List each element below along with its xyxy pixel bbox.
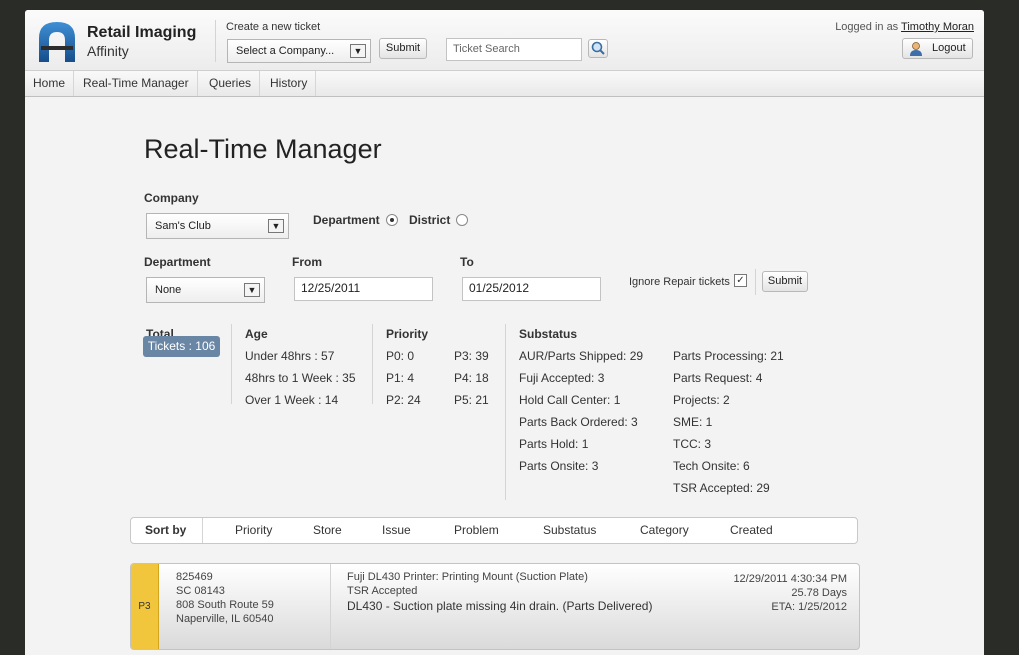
ticket-substatus: TSR Accepted [347, 585, 418, 597]
ticket-search-input[interactable]: Ticket Search [446, 38, 582, 61]
ignore-repair-label: Ignore Repair tickets [629, 276, 730, 288]
chevron-down-icon: ▼ [268, 219, 284, 233]
priority-stat[interactable]: P3: 39 [454, 349, 489, 363]
ticket-age: 25.78 Days [791, 587, 847, 599]
substatus-stat[interactable]: Hold Call Center: 1 [519, 393, 620, 407]
brand-subtitle: Affinity [87, 43, 129, 59]
ticket-card[interactable]: P3 825469 SC 08143 808 South Route 59 Na… [130, 563, 860, 650]
create-ticket-label: Create a new ticket [226, 21, 321, 33]
page-title: Real-Time Manager [144, 134, 382, 164]
age-heading: Age [245, 327, 268, 341]
company-select-value: Select a Company... [236, 45, 335, 57]
ignore-repair-checkbox[interactable]: ✓ [734, 274, 747, 287]
logout-label: Logout [932, 42, 966, 54]
chevron-down-icon: ▼ [350, 44, 366, 58]
sort-substatus[interactable]: Substatus [543, 518, 596, 543]
nav-history[interactable]: History [262, 71, 317, 96]
company-select[interactable]: Sam's Club ▼ [146, 213, 289, 239]
sort-by-label: Sort by [145, 523, 187, 537]
nav-queries[interactable]: Queries [201, 71, 261, 96]
top-header: Retail Imaging Affinity Create a new tic… [25, 10, 984, 71]
header-divider [215, 20, 216, 62]
sort-category[interactable]: Category [640, 518, 689, 543]
department-label: Department [144, 255, 211, 269]
substatus-stat[interactable]: SME: 1 [673, 415, 712, 429]
sort-issue[interactable]: Issue [382, 518, 411, 543]
ticket-priority-badge: P3 [131, 564, 159, 649]
substatus-stat[interactable]: Tech Onsite: 6 [673, 459, 750, 473]
sort-divider [202, 518, 203, 543]
stats-divider [372, 324, 373, 404]
nav-real-time-manager[interactable]: Real-Time Manager [75, 71, 198, 96]
substatus-stat[interactable]: Projects: 2 [673, 393, 730, 407]
sort-store[interactable]: Store [313, 518, 342, 543]
priority-stat[interactable]: P4: 18 [454, 371, 489, 385]
ticket-divider [330, 564, 331, 649]
priority-heading: Priority [386, 327, 429, 341]
priority-stat[interactable]: P2: 24 [386, 393, 421, 407]
search-icon [591, 41, 605, 55]
company-label: Company [144, 191, 199, 205]
substatus-stat[interactable]: Parts Back Ordered: 3 [519, 415, 638, 429]
sort-problem[interactable]: Problem [454, 518, 499, 543]
department-select-value: None [155, 284, 182, 296]
substatus-stat[interactable]: Parts Processing: 21 [673, 349, 784, 363]
priority-stat[interactable]: P0: 0 [386, 349, 414, 363]
search-button[interactable] [588, 39, 608, 58]
tickets-count-badge[interactable]: Tickets : 106 [143, 336, 220, 357]
to-date-input[interactable]: 01/25/2012 [462, 277, 601, 301]
substatus-stat[interactable]: TCC: 3 [673, 437, 711, 451]
substatus-stat[interactable]: Fuji Accepted: 3 [519, 371, 604, 385]
age-stat[interactable]: 48hrs to 1 Week : 35 [245, 371, 356, 385]
ticket-eta: ETA: 1/25/2012 [771, 601, 847, 613]
ticket-address: 808 South Route 59 [176, 599, 274, 611]
chevron-down-icon: ▼ [244, 283, 260, 297]
stats-divider [505, 324, 506, 500]
substatus-stat[interactable]: Parts Onsite: 3 [519, 459, 598, 473]
brand-title: Retail Imaging [87, 24, 197, 41]
app-window: Retail Imaging Affinity Create a new tic… [25, 10, 984, 655]
retail-imaging-logo-icon [39, 22, 75, 62]
ticket-issue: DL430 - Suction plate missing 4in drain.… [347, 599, 653, 613]
substatus-stat[interactable]: TSR Accepted: 29 [673, 481, 770, 495]
age-stat[interactable]: Under 48hrs : 57 [245, 349, 334, 363]
ticket-created: 12/29/2011 4:30:34 PM [733, 573, 847, 585]
ticket-city: Naperville, IL 60540 [176, 613, 274, 625]
nav-home[interactable]: Home [25, 71, 75, 96]
logged-in-info: Logged in as Timothy Moran [835, 21, 974, 33]
priority-stat[interactable]: P5: 21 [454, 393, 489, 407]
district-radio-label: District [409, 213, 451, 227]
department-select[interactable]: None ▼ [146, 277, 265, 303]
logout-button[interactable]: Logout [902, 38, 973, 59]
from-label: From [292, 255, 322, 269]
company-select-value: Sam's Club [155, 220, 211, 232]
substatus-stat[interactable]: AUR/Parts Shipped: 29 [519, 349, 643, 363]
filter-submit-button[interactable]: Submit [762, 271, 808, 292]
district-radio[interactable] [456, 214, 468, 226]
substatus-stat[interactable]: Parts Request: 4 [673, 371, 762, 385]
create-ticket-submit-button[interactable]: Submit [379, 38, 427, 59]
ticket-id: 825469 [176, 571, 213, 583]
filter-divider [755, 269, 756, 295]
ticket-category: Fuji DL430 Printer: Printing Mount (Suct… [347, 571, 588, 583]
user-avatar-icon [910, 42, 922, 56]
stats-divider [231, 324, 232, 404]
company-select-header[interactable]: Select a Company... ▼ [227, 39, 371, 63]
sort-bar: Sort by Priority Store Issue Problem Sub… [130, 517, 858, 544]
logged-in-prefix: Logged in as [835, 21, 899, 33]
department-radio-label: Department [313, 213, 380, 227]
to-label: To [460, 255, 474, 269]
main-nav: Home Real-Time Manager Queries History [25, 71, 984, 97]
department-radio[interactable] [386, 214, 398, 226]
substatus-heading: Substatus [519, 327, 578, 341]
sort-priority[interactable]: Priority [235, 518, 272, 543]
substatus-stat[interactable]: Parts Hold: 1 [519, 437, 588, 451]
user-name-link[interactable]: Timothy Moran [901, 21, 974, 33]
ticket-store: SC 08143 [176, 585, 225, 597]
from-date-input[interactable]: 12/25/2011 [294, 277, 433, 301]
age-stat[interactable]: Over 1 Week : 14 [245, 393, 338, 407]
sort-created[interactable]: Created [730, 518, 773, 543]
priority-stat[interactable]: P1: 4 [386, 371, 414, 385]
